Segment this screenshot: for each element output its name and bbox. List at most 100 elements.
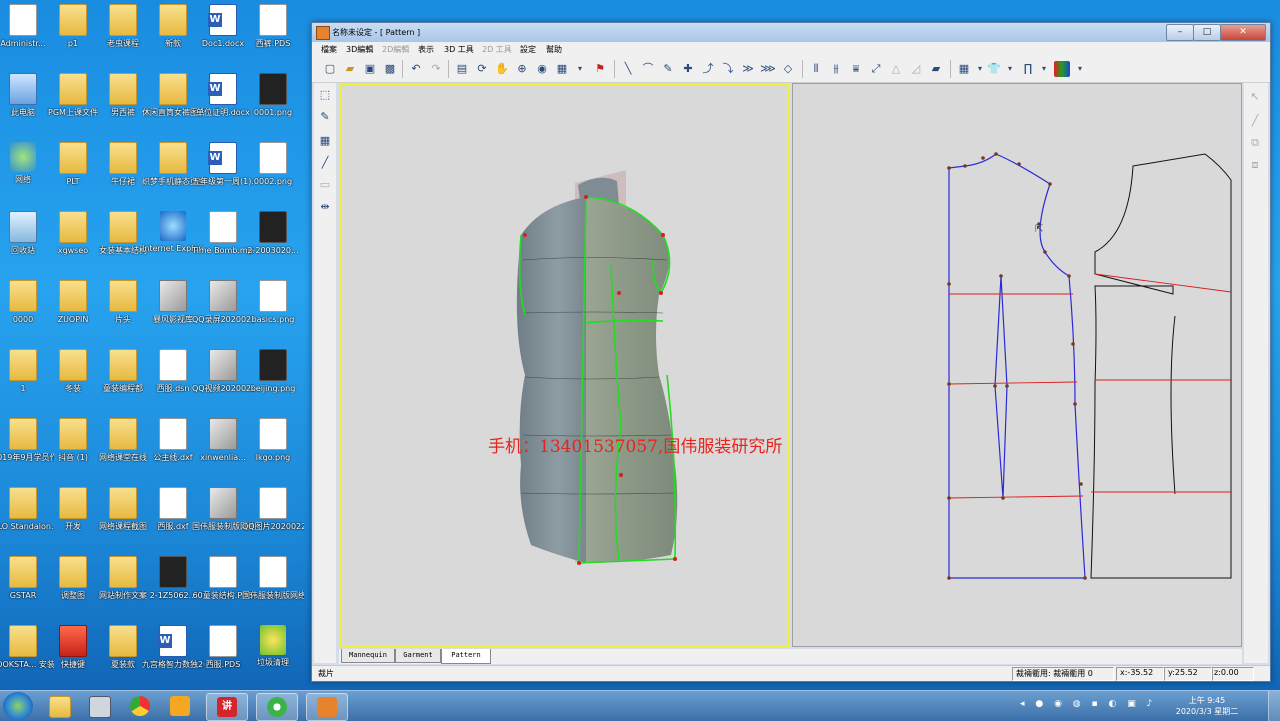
ruler-icon[interactable]: ▰ [928, 61, 944, 77]
select-tool-icon[interactable]: ⬚ [317, 87, 333, 103]
palette-icon[interactable]: ▦ [956, 61, 972, 77]
taskbar-folder-app[interactable] [160, 693, 200, 719]
align-icon[interactable]: ⩸ [848, 61, 864, 77]
viewport-2d-pattern[interactable]: ⇱ [792, 83, 1242, 647]
desktop-icon[interactable]: beijing.png [242, 345, 304, 411]
view-dropdown-icon[interactable]: ▾ [572, 61, 588, 77]
menu-settings[interactable]: 設定 [520, 44, 536, 55]
clock-date: 2020/3/3 星期二 [1175, 707, 1239, 716]
grid-icon[interactable]: ▤ [454, 61, 470, 77]
color-icon[interactable] [1054, 61, 1070, 77]
dart-icon[interactable]: ≫ [740, 61, 756, 77]
measure-icon[interactable]: ⫴ [808, 61, 824, 77]
system-tray[interactable]: ◂ ● ◉ ◍ ▪ ◐ ▣ ♪ [1020, 699, 1156, 709]
status-left: 裁片 [318, 669, 334, 678]
title-bar[interactable]: 名称未设定 - [ Pattern ] – □ ✕ [312, 23, 1270, 42]
undo-icon[interactable]: ↶ [408, 61, 424, 77]
line-icon[interactable]: ╲ [620, 61, 636, 77]
tab-mannequin[interactable]: Mannequin [341, 649, 395, 663]
shirt-dropdown-icon[interactable]: ▾ [1002, 61, 1018, 77]
rotate-icon[interactable]: ⟳ [474, 61, 490, 77]
paste-tool-icon[interactable]: ⧈ [1247, 157, 1263, 173]
desktop-icon[interactable]: 0001.png [242, 69, 304, 135]
pattern-2d-view[interactable]: ⇱ [793, 84, 1241, 646]
shape2-icon[interactable]: ◿ [908, 61, 924, 77]
desktop-icon[interactable]: basics.png [242, 276, 304, 342]
dark-icon [159, 556, 187, 588]
layers-tool-icon[interactable]: ▦ [317, 133, 333, 149]
menu-help[interactable]: 幫助 [546, 44, 562, 55]
flag-icon[interactable]: ⚑ [592, 61, 608, 77]
tab-pattern[interactable]: Pattern [441, 649, 491, 664]
folder-icon [159, 73, 187, 105]
save-icon[interactable]: ▣ [362, 61, 378, 77]
frame-tool-icon[interactable]: ▭ [317, 177, 333, 193]
open-icon[interactable]: ▰ [342, 61, 358, 77]
maximize-button[interactable]: □ [1193, 24, 1221, 41]
menu-2d-edit[interactable]: 2D編輯 [382, 44, 409, 55]
taskbar-wps[interactable]: 讲 [206, 693, 248, 721]
copy-tool-icon[interactable]: ⧉ [1247, 135, 1263, 151]
shape-icon[interactable]: △ [888, 61, 904, 77]
pants-dropdown-icon[interactable]: ▾ [1036, 61, 1052, 77]
menu-view[interactable]: 表示 [418, 44, 434, 55]
zoom-icon[interactable]: ⊕ [514, 61, 530, 77]
menu-3d-tools[interactable]: 3D 工具 [444, 44, 474, 55]
taskbar-chrome[interactable] [120, 693, 160, 719]
start-button[interactable] [3, 692, 33, 720]
viewport-3d[interactable] [339, 83, 790, 647]
curve-icon[interactable]: ⌒ [640, 61, 656, 77]
menu-file[interactable]: 檔案 [321, 44, 337, 55]
camera-icon[interactable]: ◉ [534, 61, 550, 77]
menu-2d-tools[interactable]: 2D 工具 [482, 44, 512, 55]
fit-icon[interactable]: ⤢ [868, 61, 884, 77]
desktop-icon[interactable]: 2-2003020... [242, 207, 304, 273]
cursor-tool-icon[interactable]: ↖ [1247, 89, 1263, 105]
save-as-icon[interactable]: ▩ [382, 61, 398, 77]
pen-icon[interactable]: ✎ [660, 61, 676, 77]
watermark-text: 手机：13401537057,国伟服装研究所 [488, 437, 783, 457]
new-icon[interactable]: ▢ [322, 61, 338, 77]
pants-icon[interactable]: ∏ [1020, 61, 1036, 77]
needle-tool-icon[interactable]: ╱ [317, 155, 333, 171]
taskbar-tencent[interactable] [256, 693, 298, 721]
desktop-icon[interactable]: 国伟服装制版网络教学培... [242, 552, 304, 618]
desktop-icon-label: 垃圾清理 [257, 658, 289, 667]
stretch-tool-icon[interactable]: ⇹ [317, 199, 333, 215]
taskbar-calculator[interactable] [80, 693, 120, 719]
folder-icon [159, 142, 187, 174]
view-icon[interactable]: ▦ [554, 61, 570, 77]
mannequin-3d-view[interactable] [341, 85, 788, 645]
line-tool-icon[interactable]: ╱ [1247, 113, 1263, 129]
word-icon [159, 625, 187, 657]
dart2-icon[interactable]: ⋙ [760, 61, 776, 77]
app-window: 名称未设定 - [ Pattern ] – □ ✕ 檔案 3D編輯 2D編輯 表… [311, 22, 1271, 682]
shirt-icon[interactable]: 👕 [986, 61, 1002, 77]
tab-garment[interactable]: Garment [395, 649, 441, 663]
arc-icon[interactable]: ⤴ [700, 61, 716, 77]
desktop-icon[interactable]: lkgo.png [242, 414, 304, 480]
clock[interactable]: 上午 9:45 2020/3/3 星期二 [1172, 695, 1242, 717]
redo-icon[interactable]: ↷ [428, 61, 444, 77]
eraser-icon[interactable]: ◇ [780, 61, 796, 77]
img-icon [209, 349, 237, 381]
bin-icon [9, 211, 37, 243]
desktop-icon[interactable]: 0002.png [242, 138, 304, 204]
taskbar-explorer[interactable] [40, 693, 80, 719]
desktop-icon[interactable]: 西裤.PDS [242, 0, 304, 66]
taskbar-app-orange[interactable] [306, 693, 348, 721]
point-icon[interactable]: ✚ [680, 61, 696, 77]
arc2-icon[interactable]: ⤵ [720, 61, 736, 77]
brush-tool-icon[interactable]: ✎ [317, 109, 333, 125]
close-button[interactable]: ✕ [1220, 24, 1266, 41]
show-desktop-button[interactable] [1268, 691, 1280, 721]
desktop-icon[interactable]: QQ图片2020022... [242, 483, 304, 549]
minimize-button[interactable]: – [1166, 24, 1194, 41]
doc-icon [259, 4, 287, 36]
color-dropdown-icon[interactable]: ▾ [1072, 61, 1088, 77]
menu-3d-edit[interactable]: 3D編輯 [346, 44, 373, 55]
pan-icon[interactable]: ✋ [494, 61, 510, 77]
measure2-icon[interactable]: ⫵ [828, 61, 844, 77]
desktop-icon[interactable]: 垃圾清理 [242, 621, 304, 687]
doc-icon [9, 4, 37, 36]
